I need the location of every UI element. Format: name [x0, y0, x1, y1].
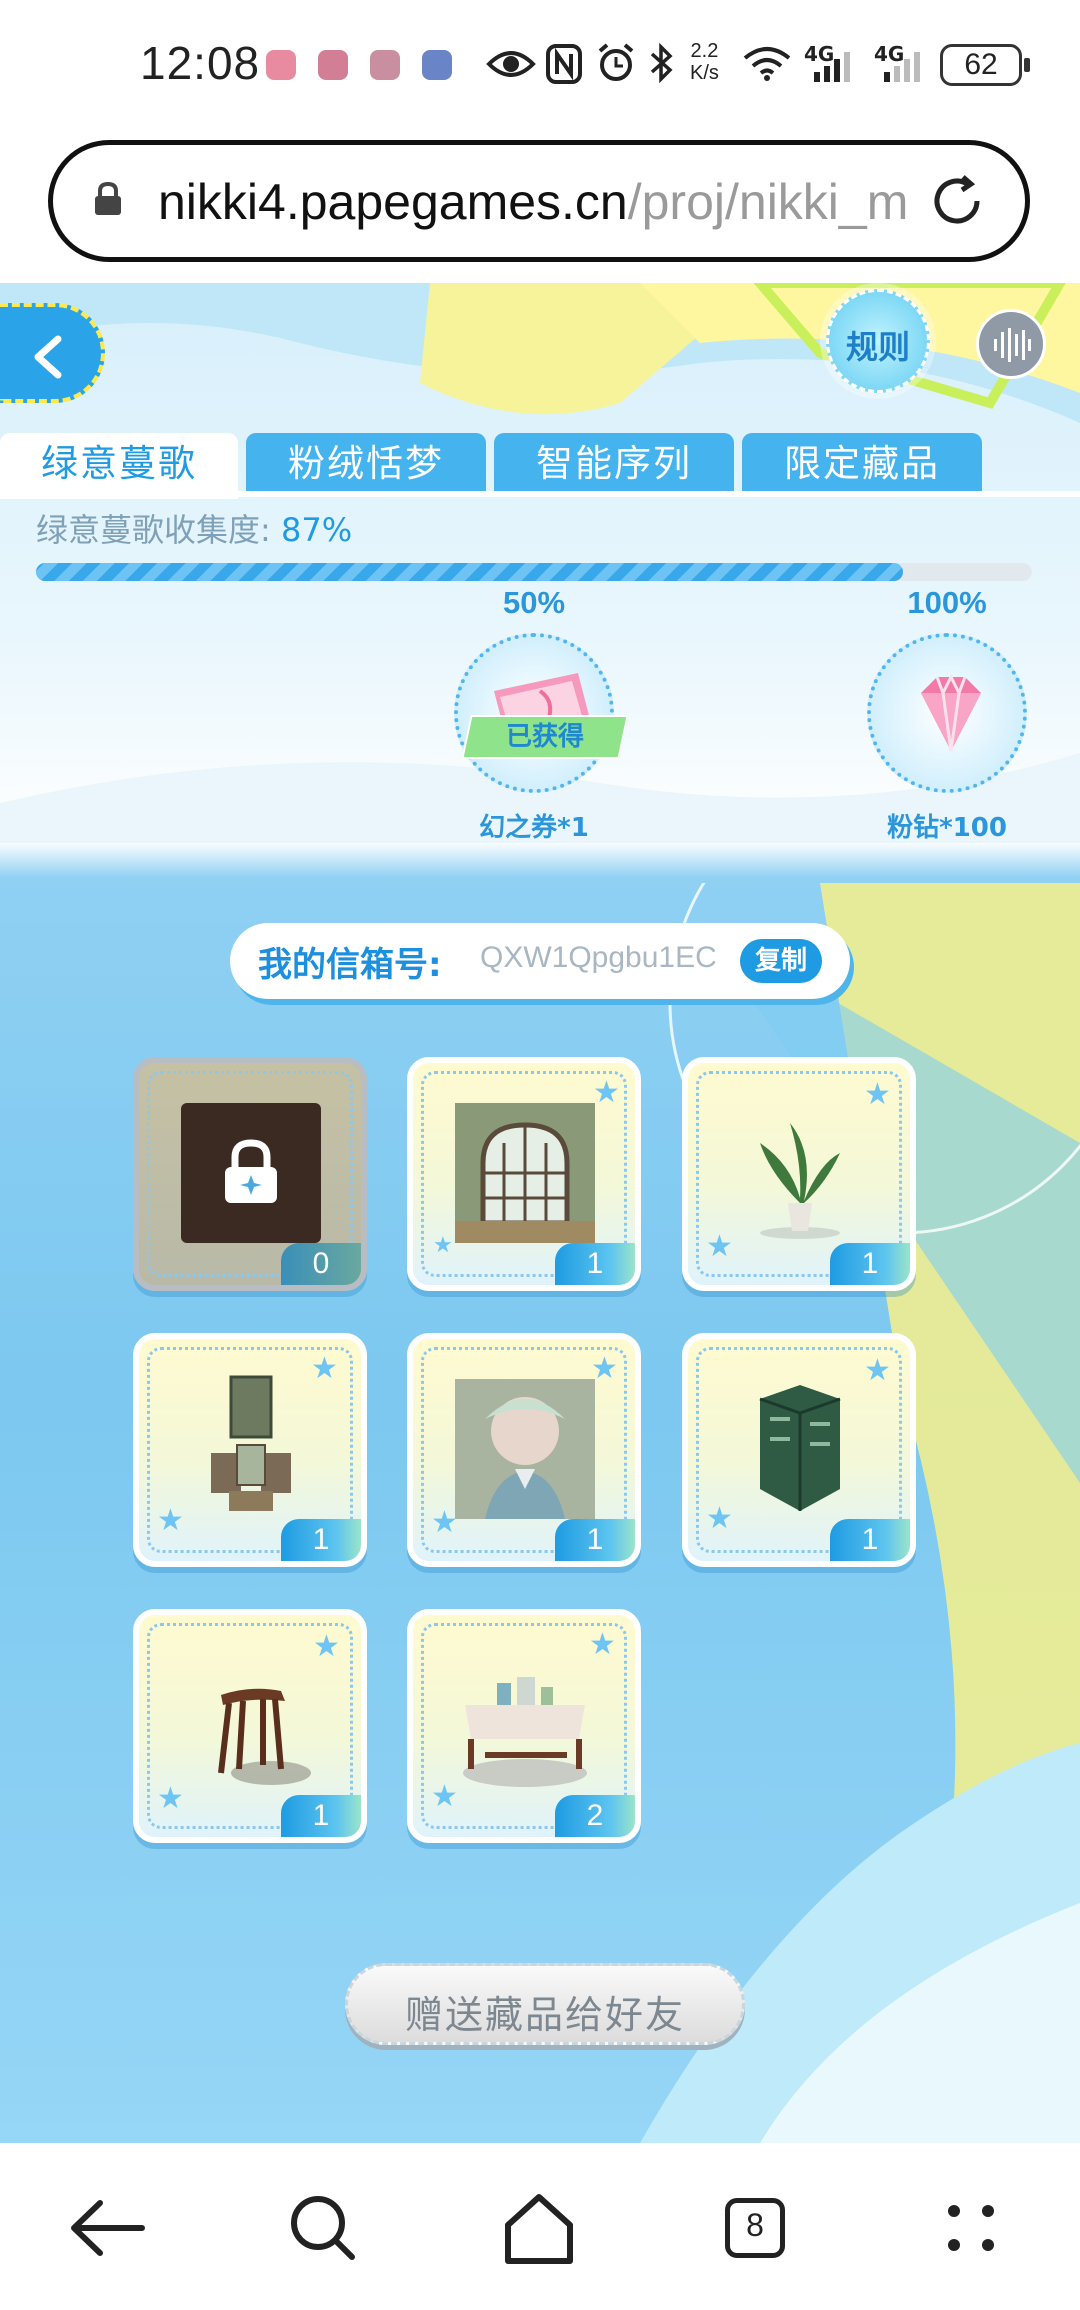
wall-decor-set-image: [211, 1375, 291, 1511]
tab-fenrong-tianmeng[interactable]: 粉绒恬梦: [246, 433, 486, 495]
url-host: nikki4.papegames.cn: [158, 174, 628, 230]
star-icon: ★: [431, 1505, 458, 1540]
progress-fill: [36, 563, 903, 581]
milestone-reward-circle: 已获得: [454, 633, 629, 793]
event-page: 规则 绿意蔓歌 粉绒恬梦 智能序列 限定藏品 绿意蔓歌收集度: 87% 50%: [0, 283, 1080, 2143]
back-icon[interactable]: [62, 2183, 152, 2273]
milestone-percent: 100%: [907, 585, 987, 620]
tab-count: 8: [746, 2207, 764, 2243]
star-icon: ★: [157, 1781, 184, 1816]
star-icon: ★: [706, 1501, 733, 1536]
signal-1-icon: [814, 52, 850, 82]
milestone-reward: 粉钻*100: [887, 813, 1007, 843]
rules-label: 规则: [845, 328, 910, 366]
item-card-portrait-painting[interactable]: ★ ★ 1: [407, 1333, 641, 1567]
item-count: 1: [830, 1519, 910, 1561]
obtained-label: 已获得: [505, 722, 584, 752]
item-count: 0: [281, 1243, 361, 1285]
milestone-reward: 幻之券*1: [479, 813, 589, 843]
locked-thumbnail: [181, 1103, 321, 1243]
milestone-reward-circle: [867, 633, 1027, 793]
chevron-left-icon: [34, 335, 62, 379]
status-bar: 12:08 2.2 K/s 4G 4G 62: [0, 0, 1080, 125]
sound-wave-icon: [994, 328, 1031, 362]
app-notification-icon: [266, 50, 296, 80]
eye-icon: [486, 51, 536, 77]
alarm-icon: [598, 43, 634, 81]
rules-button[interactable]: 规则: [826, 289, 930, 393]
wooden-stool-image: [218, 1688, 311, 1785]
screen: 12:08 2.2 K/s 4G 4G 62 nikki4.papegames.…: [0, 0, 1080, 2310]
reload-icon[interactable]: [927, 171, 987, 231]
item-card-potted-plant[interactable]: ★ ★ 1: [682, 1057, 916, 1291]
tab-underline: [0, 491, 1080, 497]
table-set-image: [463, 1677, 587, 1787]
wifi-icon: [743, 47, 791, 81]
menu-icon[interactable]: [926, 2183, 1016, 2273]
music-toggle-button[interactable]: [976, 309, 1046, 379]
item-count: 1: [555, 1519, 635, 1561]
browser-nav-bar: 8: [0, 2143, 1080, 2310]
item-card-wallpaper-panel[interactable]: ★ ★ 1: [682, 1333, 916, 1567]
tab-xianding-cangpin[interactable]: 限定藏品: [742, 433, 982, 495]
back-button[interactable]: [0, 303, 105, 403]
network-speed: 2.2 K/s: [690, 40, 719, 84]
star-icon: ★: [591, 1351, 618, 1386]
tabs-button[interactable]: 8: [710, 2183, 800, 2273]
app-notification-icon: [318, 50, 348, 80]
item-count: 1: [830, 1243, 910, 1285]
star-icon: ★: [433, 1233, 453, 1258]
gift-to-friend-button[interactable]: 赠送藏品给好友: [345, 1963, 745, 2045]
copy-button[interactable]: 复制: [740, 939, 822, 983]
app-notification-icon: [370, 50, 400, 80]
item-count: 1: [281, 1519, 361, 1561]
mailbox-label: 我的信箱号:: [258, 945, 442, 985]
search-icon[interactable]: [278, 2183, 368, 2273]
item-count: 2: [555, 1795, 635, 1837]
mailbox-panel: 我的信箱号: QXW1Qpgbu1EC 复制: [230, 923, 850, 999]
item-count: 1: [555, 1243, 635, 1285]
gift-button-label: 赠送藏品给好友: [404, 1993, 685, 2037]
item-card-arched-window[interactable]: ★ ★ 1: [407, 1057, 641, 1291]
arched-window-image: [455, 1103, 595, 1243]
potted-plant-image: [760, 1123, 840, 1239]
battery-indicator: 62: [940, 44, 1030, 86]
tab-zhineng-xulie[interactable]: 智能序列: [494, 433, 734, 495]
milestone-percent: 50%: [502, 585, 566, 620]
net-speed-unit: K/s: [690, 62, 719, 84]
item-count: 1: [281, 1795, 361, 1837]
lock-icon: [225, 1139, 277, 1203]
progress-label-text: 绿意蔓歌收集度:: [36, 511, 271, 549]
collection-progress-bar: [36, 563, 1032, 581]
milestone-100[interactable]: 100% 粉钻*100: [862, 585, 1032, 844]
obtained-badge: 已获得: [461, 715, 629, 759]
category-tabs: 绿意蔓歌 粉绒恬梦 智能序列 限定藏品: [0, 433, 1080, 499]
url-path: /proj/nikki_m: [627, 174, 909, 230]
home-icon[interactable]: [494, 2183, 584, 2273]
milestone-50[interactable]: 50% 已获得 幻之券*1: [449, 585, 629, 844]
bluetooth-icon: [650, 42, 673, 84]
url-text[interactable]: nikki4.papegames.cn/proj/nikki_m: [158, 173, 938, 231]
star-icon: ★: [593, 1075, 620, 1110]
net-speed-value: 2.2: [690, 40, 719, 62]
star-icon: ★: [157, 1503, 184, 1538]
item-card-locked[interactable]: 0: [133, 1057, 367, 1291]
progress-percent: 87%: [280, 511, 353, 549]
star-icon: ★: [706, 1229, 733, 1264]
item-card-wooden-stool[interactable]: ★ ★ 1: [133, 1609, 367, 1843]
tab-lvyi-mange[interactable]: 绿意蔓歌: [0, 433, 238, 499]
app-notification-icon: [422, 50, 452, 80]
signal-2-icon: [884, 52, 920, 82]
mailbox-code: QXW1Qpgbu1EC: [480, 941, 717, 974]
pink-diamond-icon: [921, 673, 981, 752]
wallpaper-panel-image: [759, 1385, 841, 1511]
item-card-wall-decor-set[interactable]: ★ ★ 1: [133, 1333, 367, 1567]
nfc-icon: [546, 44, 582, 84]
address-bar[interactable]: nikki4.papegames.cn/proj/nikki_m: [48, 140, 1030, 262]
item-card-table-set[interactable]: ★ ★ 2: [407, 1609, 641, 1843]
portrait-painting-image: [455, 1379, 595, 1519]
status-time: 12:08: [140, 37, 261, 89]
lock-icon: [95, 181, 121, 215]
collection-progress-label: 绿意蔓歌收集度: 87%: [36, 505, 352, 551]
